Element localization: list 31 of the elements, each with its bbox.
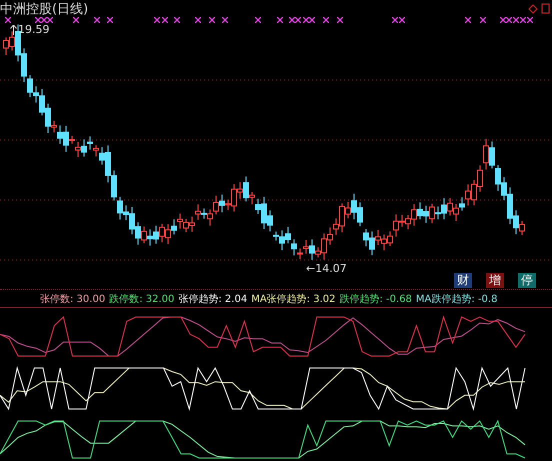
- square-icon: [541, 3, 550, 14]
- cross-marker-icon: [222, 17, 228, 23]
- cross-marker-icon: [162, 17, 168, 23]
- cross-marker-icon: [465, 17, 471, 23]
- cross-marker-icon: [73, 17, 79, 23]
- indicator-value: 张停趋势: 2.04: [178, 292, 248, 306]
- info-badge[interactable]: 停: [518, 272, 536, 288]
- cross-marker-icon: [195, 17, 201, 23]
- info-badge[interactable]: 财: [454, 272, 472, 288]
- cross-marker-icon: [94, 17, 100, 23]
- high-price-label: 19.59: [18, 23, 50, 36]
- cross-marker-icon: [277, 17, 283, 23]
- diamond-icon: [528, 4, 538, 14]
- cross-marker-icon: [107, 17, 113, 23]
- cross-marker-icon: [255, 17, 261, 23]
- cross-marker-icon: [154, 17, 160, 23]
- up-arrow-icon: [10, 25, 17, 35]
- cross-marker-icon: [337, 17, 343, 23]
- chart-title: 中洲控股(日线): [0, 1, 88, 18]
- cross-marker-icon: [209, 17, 215, 23]
- indicator-value: 跌停趋势: -0.68: [340, 292, 412, 306]
- info-badge[interactable]: 增: [486, 272, 504, 288]
- indicator-value: MA张停趋势: 3.02: [251, 292, 336, 306]
- cross-marker-icon: [5, 17, 11, 23]
- indicator-value: 跌停数: 32.00: [109, 292, 174, 306]
- cross-marker-icon: [174, 17, 180, 23]
- indicator-value: MA跌停趋势: -0.8: [416, 292, 498, 306]
- low-price-label: ←14.07: [306, 262, 347, 275]
- cross-marker-icon: [323, 17, 329, 23]
- indicator-value: 张停数: 30.00: [40, 292, 106, 306]
- cross-marker-icon: [480, 17, 486, 23]
